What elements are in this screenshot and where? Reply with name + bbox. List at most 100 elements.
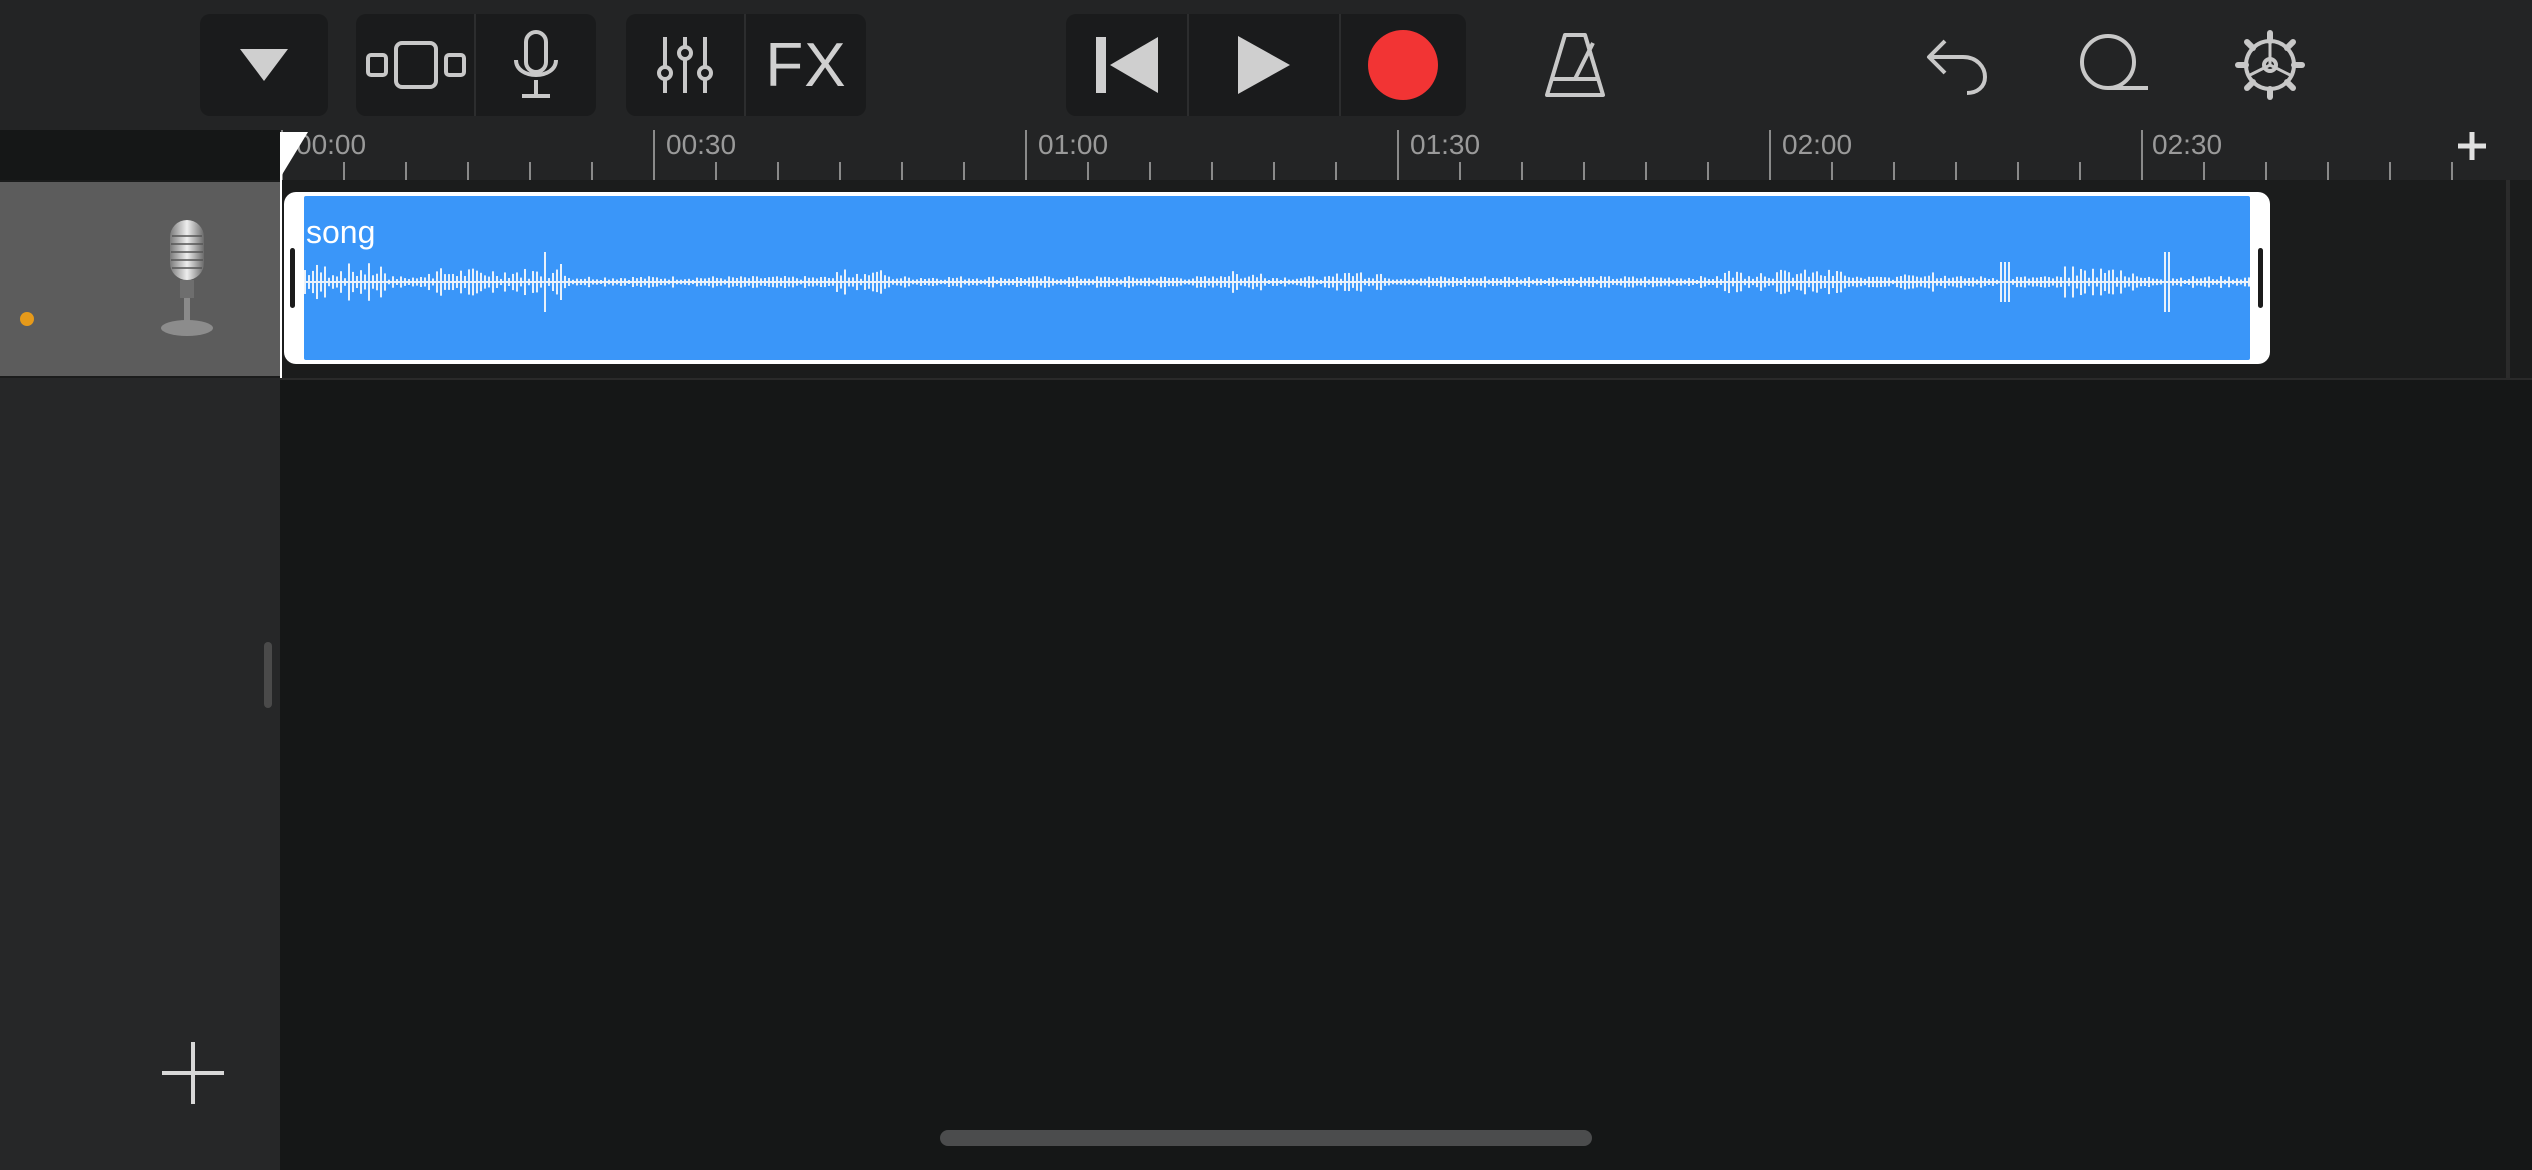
waveform-bar: [1120, 279, 1122, 285]
waveform-bar: [1740, 272, 1742, 292]
waveform-bar: [1476, 278, 1478, 286]
waveform-bar: [1280, 279, 1282, 285]
waveform-bar: [1416, 279, 1418, 285]
waveform-bar: [1952, 277, 1954, 287]
waveform-bar: [1144, 277, 1146, 287]
waveform-bar: [1368, 277, 1370, 287]
waveform-bar: [1884, 277, 1886, 287]
waveform-bar: [1872, 276, 1874, 288]
browser-button-group: [200, 14, 328, 116]
waveform-bar: [388, 279, 390, 285]
waveform-bar: [1488, 279, 1490, 285]
waveform-bar: [2216, 279, 2218, 285]
audio-region[interactable]: song: [284, 192, 2270, 364]
loop-button[interactable]: [2070, 14, 2154, 116]
waveform-bar: [868, 275, 870, 289]
waveform-bar: [448, 274, 450, 290]
waveform-bar: [2016, 276, 2018, 288]
waveform-bar: [572, 279, 574, 285]
region-trim-handle-left[interactable]: [290, 248, 295, 308]
waveform-bar: [2028, 278, 2030, 286]
waveform-bar: [1852, 277, 1854, 287]
track-view-button[interactable]: [356, 14, 474, 116]
waveform-bar: [1244, 277, 1246, 287]
waveform-bar: [1880, 277, 1882, 287]
go-to-beginning-button[interactable]: [1066, 14, 1187, 116]
waveform-bar: [1512, 279, 1514, 285]
waveform-bar: [1688, 277, 1690, 287]
waveform-bar: [1816, 271, 1818, 293]
waveform-bar: [1324, 276, 1326, 288]
timeline-ruler[interactable]: 00:00 00:30 01:00 01:30 02:00 02:30: [280, 130, 2532, 180]
record-button[interactable]: [1338, 14, 1466, 116]
metronome-button[interactable]: [1534, 14, 1616, 116]
waveform-bar: [312, 270, 314, 294]
undo-button[interactable]: [1916, 14, 1996, 116]
waveform-bar: [1760, 273, 1762, 291]
waveform-bar: [980, 279, 982, 285]
waveform-bar: [1980, 276, 1982, 288]
waveform-bar: [924, 278, 926, 286]
browser-button[interactable]: [200, 14, 328, 116]
waveform-bar: [508, 277, 510, 287]
fx-label: FX: [765, 30, 847, 100]
undo-icon: [1927, 39, 1988, 95]
home-indicator[interactable]: [940, 1130, 1592, 1146]
waveform-bar: [912, 279, 914, 285]
waveform-bar: [1592, 276, 1594, 288]
waveform-bar: [1572, 277, 1574, 287]
waveform-bar: [2180, 277, 2182, 287]
track-view-icon: [366, 41, 466, 89]
waveform-bar: [840, 275, 842, 289]
waveform-bar: [2184, 279, 2186, 285]
play-icon: [1238, 36, 1291, 94]
waveform-bar: [524, 268, 526, 296]
waveform-bar: [1460, 278, 1462, 286]
waveform-bar: [1036, 276, 1038, 288]
header-resize-handle[interactable]: [264, 642, 272, 708]
waveform-bar: [2112, 269, 2114, 295]
waveform-bar: [460, 270, 462, 294]
waveform-bar: [2040, 276, 2042, 288]
waveform-bar: [2176, 278, 2178, 286]
waveform-bar: [632, 276, 634, 288]
waveform-bar: [1332, 276, 1334, 288]
toolbar: FX: [0, 0, 2532, 130]
waveform-bar: [584, 278, 586, 286]
waveform-bar: [616, 279, 618, 285]
waveform-bar: [932, 277, 934, 287]
add-section-button[interactable]: [2456, 130, 2532, 180]
waveform-bar: [2148, 276, 2150, 288]
waveform-bar: [1172, 277, 1174, 287]
waveform-bar: [664, 278, 666, 286]
track-header-audio-recorder[interactable]: [0, 182, 280, 376]
waveform-bar: [1936, 278, 1938, 286]
waveform-bar: [1236, 274, 1238, 290]
waveform-bar: [812, 277, 814, 287]
waveform-bar: [1252, 274, 1254, 290]
waveform-bar: [1664, 278, 1666, 286]
fx-button[interactable]: FX: [744, 14, 866, 116]
waveform-bar: [808, 277, 810, 287]
waveform-bar: [436, 271, 438, 293]
add-track-button[interactable]: [160, 1040, 226, 1106]
waveform-bar: [2140, 277, 2142, 287]
region-trim-handle-right[interactable]: [2258, 248, 2263, 308]
waveform-bar: [968, 278, 970, 286]
waveform-bar: [1584, 278, 1586, 286]
playhead-marker[interactable]: [280, 132, 308, 178]
play-button[interactable]: [1187, 14, 1338, 116]
waveform-bar: [2032, 277, 2034, 287]
waveform-bar: [1564, 278, 1566, 286]
waveform-bar: [976, 278, 978, 286]
waveform-bar: [1668, 277, 1670, 287]
instrument-button[interactable]: [474, 14, 596, 116]
waveform-bar: [1696, 279, 1698, 285]
waveform-bar: [456, 276, 458, 288]
waveform-bar: [844, 269, 846, 295]
settings-button[interactable]: [2230, 14, 2310, 116]
mixer-button[interactable]: [626, 14, 744, 116]
waveform-bar: [1104, 276, 1106, 288]
waveform-bar: [520, 277, 522, 287]
waveform-bar: [1300, 278, 1302, 286]
